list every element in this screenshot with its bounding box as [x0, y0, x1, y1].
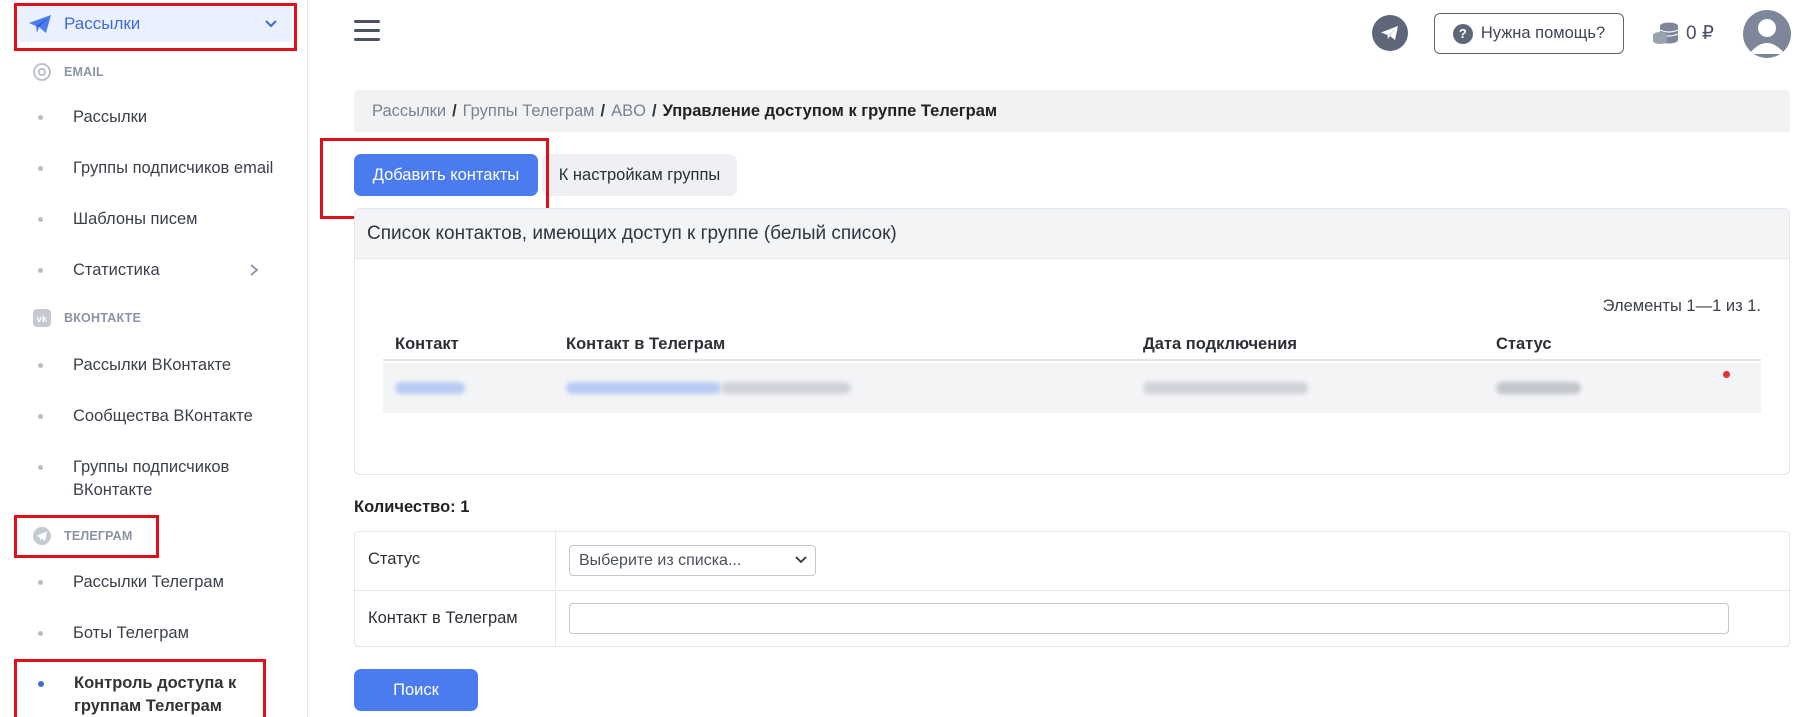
sidebar-item-tg-bots[interactable]: Боты Телеграм [38, 622, 189, 645]
sidebar-item-email-groups[interactable]: Группы подписчиков email [38, 157, 273, 180]
status-filter-label: Статус [368, 550, 421, 568]
telegram-contact-input[interactable] [569, 603, 1729, 634]
status-select[interactable]: Выберите из списка... [569, 545, 816, 576]
redacted-telegram-link[interactable] [566, 382, 721, 394]
sidebar-item-vk-mailings[interactable]: Рассылки ВКонтакте [38, 354, 231, 377]
svg-text:vk: vk [37, 314, 48, 324]
table-row[interactable] [383, 363, 1761, 413]
sidebar-item-label: Боты Телеграм [73, 624, 189, 642]
column-header-status[interactable]: Статус [1496, 335, 1552, 354]
filter-form: Статус Выберите из списка... Контакт в Т… [354, 531, 1790, 647]
help-button[interactable]: ? Нужна помощь? [1434, 13, 1624, 54]
remove-icon[interactable] [1723, 371, 1730, 378]
breadcrumb-separator: / [651, 101, 657, 120]
section-email: EMAIL [32, 62, 104, 82]
filter-row-telegram: Контакт в Телеграм [355, 590, 1789, 647]
section-vk: vk ВКОНТАКТЕ [32, 308, 141, 328]
redacted-telegram-id [721, 382, 851, 394]
redacted-contact-link[interactable] [395, 382, 465, 394]
breadcrumb-link-telegram-groups[interactable]: Группы Телеграм [463, 102, 595, 121]
sidebar: Рассылки EMAIL Рассылки Группы подписчик… [0, 0, 308, 717]
breadcrumb-separator: / [600, 101, 606, 120]
divider [555, 591, 556, 647]
chevron-right-icon [250, 264, 259, 276]
highlight-box-mailings [14, 3, 297, 51]
balance[interactable]: 0 ₽ [1652, 20, 1714, 46]
user-icon [1749, 19, 1785, 54]
column-header-telegram-contact[interactable]: Контакт в Телеграм [566, 335, 725, 354]
bullet [38, 631, 43, 636]
sidebar-item-label: Шаблоны писем [73, 210, 198, 228]
section-vk-label: ВКОНТАКТЕ [64, 311, 141, 325]
bullet [38, 414, 43, 419]
sidebar-item-label-line2: ВКонтакте [73, 481, 153, 499]
highlight-box-add-contacts [320, 138, 549, 219]
divider [555, 532, 556, 589]
panel-title: Список контактов, имеющих доступ к групп… [355, 209, 1789, 259]
avatar[interactable] [1743, 10, 1791, 58]
highlight-box-access-control [14, 659, 266, 717]
sidebar-item-label: Группы подписчиков email [73, 159, 274, 177]
bullet [38, 363, 43, 368]
sidebar-item-vk-groups[interactable]: Группы подписчиков ВКонтакте [38, 456, 229, 502]
chevron-down-icon [795, 556, 807, 564]
bullet [38, 166, 43, 171]
breadcrumb-separator: / [452, 101, 457, 120]
balance-value: 0 ₽ [1686, 22, 1714, 44]
status-select-value: Выберите из списка... [579, 552, 742, 569]
filter-row-status: Статус Выберите из списка... [355, 532, 1789, 589]
sidebar-item-vk-communities[interactable]: Сообщества ВКонтакте [38, 405, 253, 428]
vk-icon: vk [32, 308, 52, 328]
sidebar-item-label: Сообщества ВКонтакте [73, 407, 253, 425]
section-email-label: EMAIL [64, 65, 104, 79]
redacted-status-badge [1496, 382, 1581, 394]
quantity-label: Количество: 1 [354, 498, 470, 516]
menu-toggle-icon[interactable] [354, 20, 380, 42]
sidebar-item-stats[interactable]: Статистика [38, 259, 268, 282]
bullet [38, 217, 43, 222]
pagination-summary: Элементы 1—1 из 1. [1602, 297, 1761, 315]
breadcrumb-link-group[interactable]: ABO [611, 102, 646, 121]
telegram-icon [1381, 26, 1398, 40]
table-header: Контакт Контакт в Телеграм Дата подключе… [383, 327, 1761, 361]
question-icon: ? [1452, 23, 1473, 44]
breadcrumb-link-mailings[interactable]: Рассылки [372, 102, 446, 121]
telegram-filter-label: Контакт в Телеграм [368, 609, 518, 627]
column-header-connected-date[interactable]: Дата подключения [1143, 335, 1297, 354]
sidebar-item-tg-mailings[interactable]: Рассылки Телеграм [38, 571, 224, 594]
breadcrumb: Рассылки / Группы Телеграм / ABO / Управ… [354, 90, 1790, 132]
group-settings-button[interactable]: К настройкам группы [542, 154, 737, 196]
bullet [38, 465, 43, 470]
sidebar-item-label: Рассылки ВКонтакте [73, 356, 232, 374]
bullet [38, 268, 43, 273]
sidebar-item-label: Статистика [73, 261, 160, 279]
bullet [38, 115, 43, 120]
bullet [38, 580, 43, 585]
at-sign-icon [32, 62, 52, 82]
highlight-box-telegram-section [14, 515, 159, 558]
sidebar-item-templates[interactable]: Шаблоны писем [38, 208, 197, 231]
coins-icon [1653, 22, 1679, 44]
whitelist-panel: Список контактов, имеющих доступ к групп… [354, 208, 1790, 475]
sidebar-item-label-line1: Группы подписчиков [73, 458, 230, 476]
sidebar-item-label: Рассылки Телеграм [73, 573, 224, 591]
sidebar-item-email-mailings[interactable]: Рассылки [38, 106, 147, 129]
search-button[interactable]: Поиск [354, 669, 478, 711]
breadcrumb-current: Управление доступом к группе Телеграм [662, 101, 998, 120]
help-label: Нужна помощь? [1480, 24, 1606, 42]
sidebar-item-label-wrap: Группы подписчиков ВКонтакте [73, 456, 229, 502]
sidebar-item-label: Рассылки [73, 108, 148, 126]
column-header-contact[interactable]: Контакт [395, 335, 459, 354]
telegram-button[interactable] [1372, 15, 1408, 51]
redacted-date [1143, 382, 1308, 394]
